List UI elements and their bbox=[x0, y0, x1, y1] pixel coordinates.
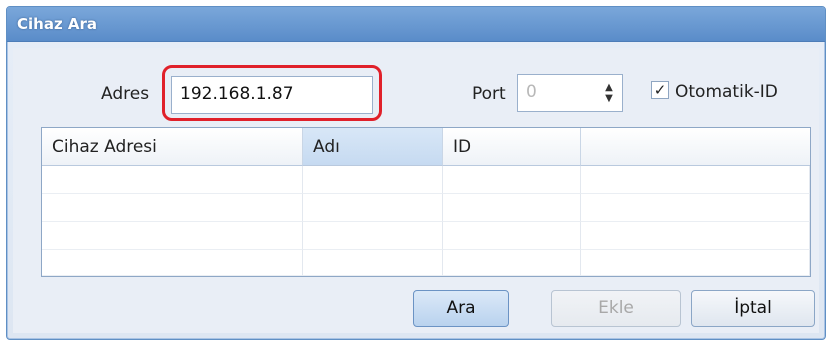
address-label: Adres bbox=[101, 84, 150, 104]
search-button[interactable]: Ara bbox=[413, 290, 509, 327]
table-cell bbox=[443, 250, 581, 276]
dialog-window: Cihaz Ara Adres 192.168.1.87 Port 0 ▲ ▼ … bbox=[6, 6, 826, 340]
address-highlight-frame bbox=[162, 65, 382, 121]
column-header-empty bbox=[581, 128, 810, 166]
table-cell bbox=[42, 194, 303, 222]
auto-id-checkbox[interactable]: ✓ bbox=[651, 81, 669, 99]
column-header-id[interactable]: ID bbox=[443, 128, 581, 166]
table-cell bbox=[42, 166, 303, 194]
spin-up-icon[interactable]: ▲ bbox=[605, 82, 613, 93]
cancel-button[interactable]: İptal bbox=[691, 290, 815, 327]
table-cell bbox=[443, 166, 581, 194]
dialog-body: Adres 192.168.1.87 Port 0 ▲ ▼ ✓ Otomatik… bbox=[13, 48, 819, 333]
dialog-title: Cihaz Ara bbox=[17, 15, 98, 33]
table-cell bbox=[42, 250, 303, 276]
column-header-name[interactable]: Adı bbox=[303, 128, 443, 166]
table-cell bbox=[443, 194, 581, 222]
table-cell bbox=[303, 222, 443, 250]
device-table[interactable]: Cihaz Adresi Adı ID bbox=[41, 127, 811, 277]
table-row[interactable] bbox=[42, 222, 810, 250]
add-button[interactable]: Ekle bbox=[551, 290, 681, 327]
table-cell bbox=[303, 250, 443, 276]
table-cell bbox=[443, 222, 581, 250]
table-header: Cihaz Adresi Adı ID bbox=[42, 128, 810, 166]
auto-id-label[interactable]: Otomatik-ID bbox=[675, 82, 778, 102]
column-header-device-address[interactable]: Cihaz Adresi bbox=[42, 128, 303, 166]
table-row[interactable] bbox=[42, 166, 810, 194]
table-cell bbox=[581, 194, 810, 222]
port-label: Port bbox=[472, 84, 506, 104]
check-mark-icon: ✓ bbox=[653, 81, 667, 99]
spin-down-icon[interactable]: ▼ bbox=[605, 93, 613, 104]
table-cell bbox=[581, 166, 810, 194]
port-input[interactable]: 0 ▲ ▼ bbox=[517, 74, 623, 112]
table-row[interactable] bbox=[42, 250, 810, 276]
table-cell bbox=[303, 166, 443, 194]
table-cell bbox=[581, 222, 810, 250]
table-row[interactable] bbox=[42, 194, 810, 222]
port-value: 0 bbox=[526, 82, 537, 102]
table-cell bbox=[581, 250, 810, 276]
port-spinner[interactable]: ▲ ▼ bbox=[599, 78, 619, 108]
table-cell bbox=[42, 222, 303, 250]
title-bar: Cihaz Ara bbox=[7, 7, 825, 42]
table-cell bbox=[303, 194, 443, 222]
